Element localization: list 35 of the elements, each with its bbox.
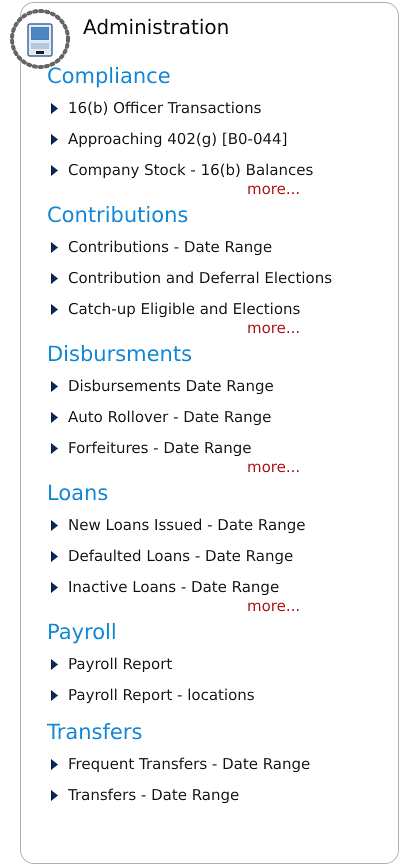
report-link[interactable]: Auto Rollover - Date Range: [47, 402, 272, 433]
report-link[interactable]: 16(b) Officer Transactions: [47, 93, 262, 124]
caret-icon: [51, 273, 58, 284]
report-link[interactable]: New Loans Issued - Date Range: [47, 510, 306, 541]
report-link[interactable]: Payroll Report - locations: [47, 680, 255, 711]
report-link[interactable]: Contributions - Date Range: [47, 232, 272, 263]
caret-icon: [51, 659, 58, 670]
caret-icon: [51, 551, 58, 562]
caret-icon: [51, 304, 58, 315]
caret-icon: [51, 690, 58, 701]
caret-icon: [51, 381, 58, 392]
caret-icon: [51, 582, 58, 593]
section-heading: Loans: [47, 480, 110, 507]
report-link[interactable]: Frequent Transfers - Date Range: [47, 749, 310, 780]
section-heading: Contributions: [47, 202, 190, 229]
caret-icon: [51, 443, 58, 454]
caret-icon: [51, 165, 58, 176]
caret-icon: [51, 790, 58, 801]
report-link[interactable]: Contribution and Deferral Elections: [47, 263, 332, 294]
caret-icon: [51, 103, 58, 114]
report-link[interactable]: Disbursements Date Range: [47, 371, 274, 402]
report-link[interactable]: Payroll Report: [47, 649, 172, 680]
caret-icon: [51, 242, 58, 253]
report-link[interactable]: Approaching 402(g) [B0-044]: [47, 124, 288, 155]
section-heading: Transfers: [47, 719, 144, 746]
report-link[interactable]: Transfers - Date Range: [47, 780, 240, 811]
section-heading: Payroll: [47, 619, 118, 646]
caret-icon: [51, 412, 58, 423]
caret-icon: [51, 759, 58, 770]
report-link[interactable]: Defaulted Loans - Date Range: [47, 541, 294, 572]
panel-title: Administration: [83, 14, 230, 41]
section-heading: Disbursments: [47, 341, 194, 368]
section-heading: Compliance: [47, 63, 172, 90]
caret-icon: [51, 520, 58, 531]
caret-icon: [51, 134, 58, 145]
